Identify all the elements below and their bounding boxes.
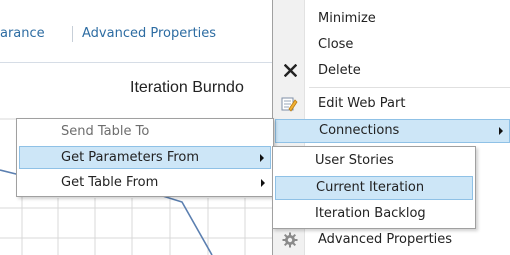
- menu-item-send-table-to: Send Table To: [17, 121, 273, 143]
- menu-item-minimize[interactable]: Minimize: [273, 8, 510, 30]
- menu-item-iteration-backlog[interactable]: Iteration Backlog: [273, 203, 475, 225]
- tab-separator: [72, 26, 73, 42]
- menu-item-user-stories[interactable]: User Stories: [273, 150, 475, 172]
- menu-item-send-table-to-label: Send Table To: [61, 124, 150, 139]
- menu-item-user-stories-label: User Stories: [315, 153, 394, 168]
- chevron-right-icon: [499, 127, 503, 135]
- tab-appearance[interactable]: arance: [0, 26, 45, 41]
- menu-divider: [309, 87, 510, 88]
- connections-submenu: Send Table To Get Parameters From Get Ta…: [16, 118, 274, 197]
- chart-title: Iteration Burndo: [130, 79, 244, 96]
- webpart-tab-bar: arance Advanced Properties: [0, 0, 278, 63]
- menu-item-get-table-from-label: Get Table From: [61, 175, 159, 190]
- tab-advanced-properties[interactable]: Advanced Properties: [82, 26, 216, 41]
- menu-item-get-table-from[interactable]: Get Table From: [17, 172, 273, 194]
- menu-item-advanced-properties[interactable]: Advanced Properties: [273, 229, 510, 251]
- get-parameters-submenu: User Stories Current Iteration Iteration…: [272, 146, 476, 229]
- menu-item-advanced-properties-label: Advanced Properties: [318, 232, 453, 247]
- menu-item-edit-web-part-label: Edit Web Part: [318, 96, 406, 111]
- delete-x-icon: [283, 63, 298, 81]
- menu-item-iteration-backlog-label: Iteration Backlog: [315, 206, 426, 221]
- chevron-right-icon: [261, 179, 265, 187]
- menu-item-delete-label: Delete: [318, 63, 361, 78]
- menu-item-get-parameters-from[interactable]: Get Parameters From: [19, 146, 271, 169]
- menu-item-minimize-label: Minimize: [318, 11, 376, 26]
- gear-icon: [282, 232, 298, 252]
- menu-item-close[interactable]: Close: [273, 34, 510, 56]
- menu-item-close-label: Close: [318, 37, 354, 52]
- menu-item-get-parameters-from-label: Get Parameters From: [61, 150, 200, 165]
- menu-item-current-iteration-label: Current Iteration: [316, 180, 425, 195]
- menu-item-delete[interactable]: Delete: [273, 60, 510, 82]
- menu-item-connections-label: Connections: [319, 123, 400, 138]
- menu-item-edit-web-part[interactable]: Edit Web Part: [273, 93, 510, 115]
- chevron-right-icon: [260, 154, 264, 162]
- menu-item-current-iteration[interactable]: Current Iteration: [275, 176, 473, 200]
- menu-item-connections[interactable]: Connections: [275, 119, 510, 143]
- edit-web-part-icon: [280, 95, 298, 117]
